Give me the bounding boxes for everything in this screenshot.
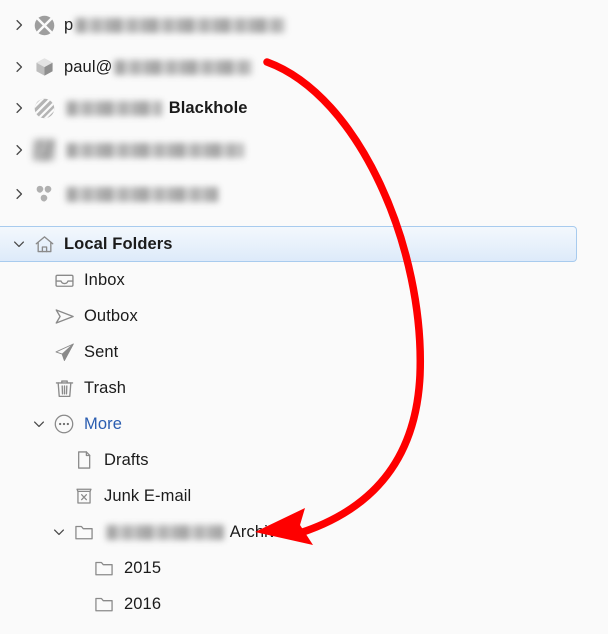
tree-row-local-folders[interactable]: Local Folders <box>0 226 608 262</box>
ellipsis-circle-icon <box>50 406 78 442</box>
chevron-right-icon[interactable] <box>8 176 30 212</box>
folder-icon <box>70 514 98 550</box>
label-text: Junk E-mail <box>104 486 192 505</box>
tree-row-inbox[interactable]: Inbox <box>0 262 608 298</box>
tree-row-account-1[interactable]: p <box>0 7 608 43</box>
tree-row-label-archive-2015: 2015 <box>118 560 161 577</box>
tree-row-sent[interactable]: Sent <box>0 334 608 370</box>
tree-row-label-inbox: Inbox <box>78 272 125 289</box>
chevron-right-icon[interactable] <box>8 132 30 168</box>
label-text: Local Folders <box>64 234 173 253</box>
redacted-text <box>66 186 218 202</box>
outbox-arrow-icon <box>50 298 78 334</box>
tree-row-outbox[interactable]: Outbox <box>0 298 608 334</box>
cube-icon <box>30 49 58 85</box>
label-text: Inbox <box>84 270 125 289</box>
chevron-right-icon[interactable] <box>8 90 30 126</box>
tree-row-label-account-blackhole: Blackhole <box>58 100 248 117</box>
tree-row-label-drafts: Drafts <box>98 452 149 469</box>
tree-row-label-more: More <box>78 416 122 433</box>
tree-row-junk-email[interactable]: Junk E-mail <box>0 478 608 514</box>
label-text: 2015 <box>124 558 162 577</box>
tree-row-label-account-5 <box>58 186 220 203</box>
junk-box-icon <box>70 478 98 514</box>
tree-row-label-archive-2016: 2016 <box>118 596 161 613</box>
label-text: Blackhole <box>168 98 248 117</box>
label-text: Archive <box>229 522 286 541</box>
redacted-text <box>106 524 224 540</box>
chevron-down-icon[interactable] <box>48 514 70 550</box>
tree-row-label-account-4 <box>58 142 246 159</box>
chevron-down-icon[interactable] <box>28 406 50 442</box>
tree-row-label-account-paul: paul@ <box>58 59 254 76</box>
tree-row-account-blackhole[interactable]: Blackhole <box>0 90 608 126</box>
paper-plane-icon <box>50 334 78 370</box>
chevron-right-icon[interactable] <box>8 7 30 43</box>
label-prefix: paul@ <box>64 57 113 76</box>
redacted-icon <box>30 132 58 168</box>
tree-row-account-5[interactable] <box>0 176 608 212</box>
striped-circle-icon <box>30 90 58 126</box>
tree-row-more[interactable]: More <box>0 406 608 442</box>
label-text: Trash <box>84 378 127 397</box>
home-icon <box>30 226 58 262</box>
label-text: Sent <box>84 342 119 361</box>
folder-tree-pane: p paul@ Blackhole Local Folders Inbox Outbox… <box>0 0 608 634</box>
tree-row-label-trash: Trash <box>78 380 126 397</box>
redacted-text <box>75 17 286 33</box>
folder-icon <box>90 550 118 586</box>
label-text: More <box>84 414 122 433</box>
tree-row-label-archive: Archive <box>98 524 286 541</box>
tree-row-label-sent: Sent <box>78 344 118 361</box>
tree-row-archive-2016[interactable]: 2016 <box>0 586 608 622</box>
redacted-text <box>66 142 244 158</box>
tree-row-trash[interactable]: Trash <box>0 370 608 406</box>
tree-row-drafts[interactable]: Drafts <box>0 442 608 478</box>
crossed-circle-icon <box>30 7 58 43</box>
chevron-down-icon[interactable] <box>8 226 30 262</box>
cluster-icon <box>30 176 58 212</box>
redacted-text <box>114 59 253 75</box>
document-icon <box>70 442 98 478</box>
tree-row-label-account-1: p <box>58 17 287 34</box>
tree-row-label-local-folders: Local Folders <box>58 236 173 253</box>
tree-row-label-outbox: Outbox <box>78 308 138 325</box>
label-text: 2016 <box>124 594 162 613</box>
redacted-text <box>66 100 162 116</box>
trash-can-icon <box>50 370 78 406</box>
tree-row-archive[interactable]: Archive <box>0 514 608 550</box>
inbox-tray-icon <box>50 262 78 298</box>
label-prefix: p <box>64 15 74 34</box>
label-text: Outbox <box>84 306 138 325</box>
tree-row-archive-2015[interactable]: 2015 <box>0 550 608 586</box>
label-text: Drafts <box>104 450 149 469</box>
folder-icon <box>90 586 118 622</box>
tree-row-account-paul[interactable]: paul@ <box>0 49 608 85</box>
chevron-right-icon[interactable] <box>8 49 30 85</box>
tree-row-account-4[interactable] <box>0 132 608 168</box>
tree-row-label-junk-email: Junk E-mail <box>98 488 191 505</box>
